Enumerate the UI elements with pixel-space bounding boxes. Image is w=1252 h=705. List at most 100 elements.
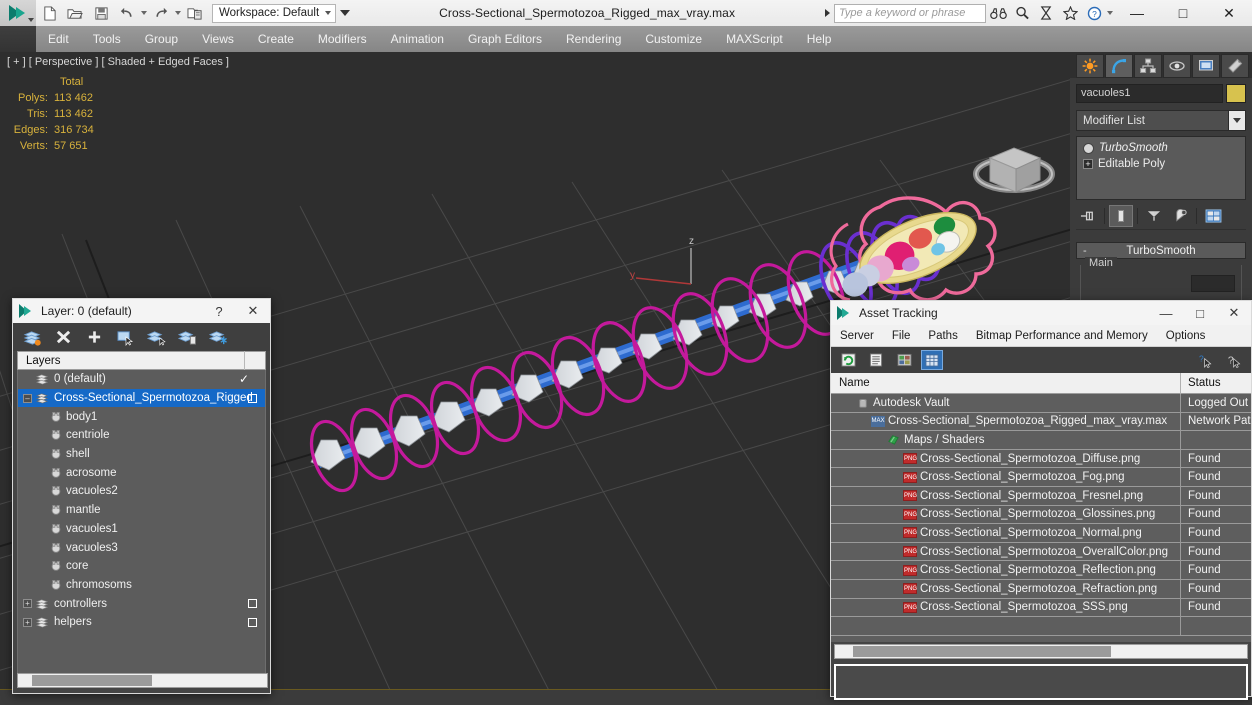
add-selection-to-layer-icon[interactable] bbox=[83, 326, 105, 348]
layer-object-row[interactable]: vacuoles1 bbox=[18, 520, 265, 539]
layer-row-cross-sectional-spermotozoa-rigged[interactable]: – Cross-Sectional_Spermotozoa_Rigged bbox=[18, 388, 265, 408]
asset-menu-server[interactable]: Server bbox=[831, 325, 883, 347]
magnifier-icon[interactable] bbox=[1010, 0, 1034, 26]
layer-object-row[interactable]: mantle bbox=[18, 501, 265, 520]
display-tab[interactable] bbox=[1192, 54, 1220, 78]
star-icon[interactable] bbox=[1058, 0, 1082, 26]
select-objects-in-layer-icon[interactable] bbox=[114, 326, 136, 348]
layer-object-row[interactable]: body1 bbox=[18, 407, 265, 426]
binoculars-icon[interactable] bbox=[986, 0, 1010, 26]
layer-object-row[interactable]: chromosoms bbox=[18, 576, 265, 595]
iterations-spinner[interactable] bbox=[1191, 275, 1235, 292]
viewport-label[interactable]: [ + ] [ Perspective ] [ Shaded + Edged F… bbox=[7, 56, 229, 68]
asset-row-texture[interactable]: PNG Cross-Sectional_Spermotozoa_Refracti… bbox=[831, 579, 1251, 599]
layer-object-row[interactable]: core bbox=[18, 557, 265, 576]
asset-column-status[interactable]: Status bbox=[1181, 377, 1251, 389]
modifier-stack-item-editable-poly[interactable]: + Editable Poly bbox=[1079, 156, 1243, 172]
expand-icon[interactable]: + bbox=[23, 599, 32, 609]
hourglass-icon[interactable] bbox=[1034, 0, 1058, 26]
highlight-selected-objects-layer-icon[interactable] bbox=[145, 326, 167, 348]
project-folder-icon[interactable] bbox=[182, 0, 208, 26]
workspace-dropdown-button[interactable] bbox=[336, 0, 354, 26]
search-input[interactable]: Type a keyword or phrase bbox=[834, 3, 986, 23]
asset-menu-paths[interactable]: Paths bbox=[919, 325, 966, 347]
open-file-icon[interactable] bbox=[62, 0, 88, 26]
collapse-icon[interactable]: - bbox=[1083, 245, 1087, 257]
asset-row-texture[interactable]: PNG Cross-Sectional_Spermotozoa_Fog.png … bbox=[831, 467, 1251, 487]
asset-menu-file[interactable]: File bbox=[883, 325, 920, 347]
modifier-stack[interactable]: TurboSmooth + Editable Poly bbox=[1076, 136, 1246, 200]
modify-tab[interactable] bbox=[1105, 54, 1133, 78]
pin-stack-icon[interactable] bbox=[1076, 205, 1100, 227]
layer-hide-checkbox[interactable] bbox=[248, 617, 257, 627]
workspace-selector[interactable]: Workspace: Default bbox=[212, 3, 337, 23]
layer-object-row[interactable]: vacuoles3 bbox=[18, 538, 265, 557]
layer-object-row[interactable]: shell bbox=[18, 445, 265, 464]
asset-tracking-dialog[interactable]: Asset Tracking — □ ✕ Server File Paths B… bbox=[830, 300, 1252, 700]
search-expand-icon[interactable] bbox=[820, 9, 834, 17]
redo-icon[interactable] bbox=[148, 0, 174, 26]
asset-row-texture[interactable]: PNG Cross-Sectional_Spermotozoa_Reflecti… bbox=[831, 560, 1251, 580]
layer-hide-checkbox[interactable] bbox=[248, 599, 257, 609]
asset-horizontal-scrollbar[interactable] bbox=[834, 644, 1248, 659]
hierarchy-tab[interactable] bbox=[1134, 54, 1162, 78]
layer-dialog-help-button[interactable]: ? bbox=[202, 299, 236, 323]
minimize-button[interactable]: — bbox=[1114, 0, 1160, 26]
layer-hide-checkbox[interactable] bbox=[248, 393, 257, 403]
thumbnail-view-icon[interactable] bbox=[893, 350, 915, 370]
new-file-icon[interactable] bbox=[36, 0, 62, 26]
modifier-stack-item-turbosmooth[interactable]: TurboSmooth bbox=[1079, 140, 1243, 156]
save-file-icon[interactable] bbox=[88, 0, 114, 26]
layer-list[interactable]: 0 (default) ✓ – Cross-Sectional_Spermoto… bbox=[17, 370, 266, 674]
menu-item-customize[interactable]: Customize bbox=[633, 26, 714, 52]
asset-table-rows[interactable]: Autodesk Vault Logged Out MAX Cross-Sect… bbox=[831, 394, 1251, 642]
menu-item-animation[interactable]: Animation bbox=[379, 26, 456, 52]
layer-row-default[interactable]: 0 (default) ✓ bbox=[18, 370, 265, 389]
asset-menu-options[interactable]: Options bbox=[1157, 325, 1215, 347]
help-dropdown[interactable] bbox=[1106, 0, 1114, 26]
asset-column-name[interactable]: Name bbox=[831, 377, 1180, 389]
asset-row-max-file[interactable]: MAX Cross-Sectional_Spermotozoa_Rigged_m… bbox=[831, 412, 1251, 432]
object-name-field[interactable]: vacuoles1 bbox=[1076, 84, 1223, 103]
menu-item-rendering[interactable]: Rendering bbox=[554, 26, 633, 52]
menu-item-maxscript[interactable]: MAXScript bbox=[714, 26, 795, 52]
help-icon[interactable]: ? bbox=[1082, 0, 1106, 26]
scrollbar-thumb[interactable] bbox=[32, 675, 152, 686]
collapse-icon[interactable]: – bbox=[23, 393, 32, 403]
redo-dropdown[interactable] bbox=[174, 0, 182, 26]
undo-icon[interactable] bbox=[114, 0, 140, 26]
hide-layer-icon[interactable] bbox=[176, 326, 198, 348]
asset-row-texture[interactable]: PNG Cross-Sectional_Spermotozoa_OverallC… bbox=[831, 542, 1251, 562]
menu-item-help[interactable]: Help bbox=[795, 26, 844, 52]
layer-horizontal-scrollbar[interactable] bbox=[17, 673, 268, 688]
delete-layer-icon[interactable] bbox=[52, 326, 74, 348]
layer-explorer-dialog[interactable]: Layer: 0 (default) ? ✕ Layers 0 (default… bbox=[12, 298, 271, 694]
menu-item-modifiers[interactable]: Modifiers bbox=[306, 26, 379, 52]
asset-minimize-button[interactable]: — bbox=[1149, 301, 1183, 325]
application-menu-button[interactable] bbox=[0, 0, 36, 26]
chevron-down-icon[interactable] bbox=[1228, 111, 1245, 130]
create-tab[interactable] bbox=[1076, 54, 1104, 78]
asset-row-texture[interactable]: PNG Cross-Sectional_Spermotozoa_Normal.p… bbox=[831, 523, 1251, 543]
layer-object-row[interactable]: centriole bbox=[18, 426, 265, 445]
layer-row-helpers[interactable]: + helpers bbox=[18, 613, 265, 632]
create-new-layer-icon[interactable] bbox=[21, 326, 43, 348]
menu-item-create[interactable]: Create bbox=[246, 26, 306, 52]
motion-tab[interactable] bbox=[1163, 54, 1191, 78]
refresh-icon[interactable] bbox=[837, 350, 859, 370]
modifier-list-dropdown[interactable]: Modifier List bbox=[1076, 110, 1246, 131]
asset-row-texture[interactable]: PNG Cross-Sectional_Spermotozoa_Glossine… bbox=[831, 505, 1251, 525]
menu-item-edit[interactable]: Edit bbox=[36, 26, 81, 52]
layer-object-row[interactable]: vacuoles2 bbox=[18, 482, 265, 501]
list-view-icon[interactable] bbox=[865, 350, 887, 370]
asset-maximize-button[interactable]: □ bbox=[1183, 301, 1217, 325]
expand-icon[interactable]: + bbox=[23, 617, 32, 627]
layer-object-row[interactable]: acrosome bbox=[18, 463, 265, 482]
asset-close-button[interactable]: ✕ bbox=[1217, 301, 1251, 325]
expand-icon[interactable]: + bbox=[1083, 159, 1093, 169]
maximize-button[interactable]: □ bbox=[1160, 0, 1206, 26]
scrollbar-thumb[interactable] bbox=[853, 646, 1111, 657]
asset-row-texture[interactable]: PNG Cross-Sectional_Spermotozoa_Diffuse.… bbox=[831, 449, 1251, 469]
undo-dropdown[interactable] bbox=[140, 0, 148, 26]
asset-menu-bitmap-performance[interactable]: Bitmap Performance and Memory bbox=[967, 325, 1157, 347]
